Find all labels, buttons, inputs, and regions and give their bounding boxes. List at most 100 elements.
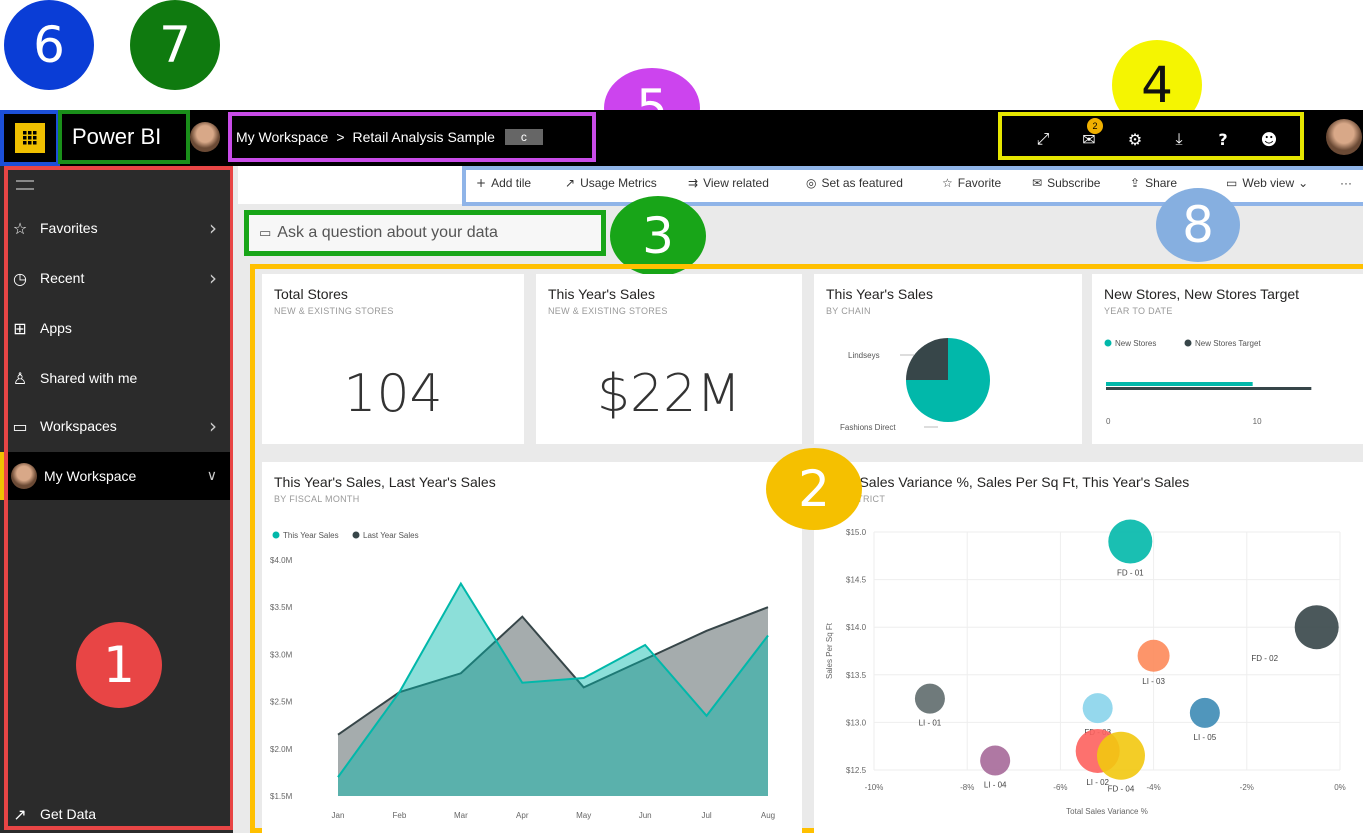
notification-badge: 2 — [1087, 118, 1103, 134]
y-tick-label: $13.0 — [846, 718, 867, 727]
x-tick-label: Aug — [761, 811, 775, 820]
tile-title: This Year's Sales — [548, 286, 655, 302]
usage-metrics-button[interactable]: ↗ Usage Metrics — [565, 176, 657, 190]
user-avatar[interactable] — [1326, 119, 1362, 155]
point-label: LI - 01 — [919, 719, 942, 728]
point-label: LI - 03 — [1142, 677, 1165, 686]
scatter-point — [980, 745, 1011, 776]
pie-label: Fashions Direct — [840, 423, 896, 432]
tile-sales[interactable]: This Year's Sales NEW & EXISTING STORES … — [536, 274, 802, 444]
scatter-point — [914, 683, 945, 714]
x-tick-label: Apr — [516, 811, 529, 820]
y-tick-label: $4.0M — [270, 556, 293, 565]
tile-subtitle: NEW & EXISTING STORES — [274, 306, 394, 316]
callout-1: 1 — [76, 622, 162, 708]
pie-label: Lindseys — [848, 351, 880, 360]
x-tick-label: Jun — [639, 811, 652, 820]
tile-total-stores[interactable]: Total Stores NEW & EXISTING STORES 104 — [262, 274, 524, 444]
subscribe-button[interactable]: ✉ Subscribe — [1032, 176, 1100, 190]
breadcrumb-badge: c — [504, 129, 543, 145]
y-tick-label: $3.5M — [270, 603, 293, 612]
y-tick-label: $13.5 — [846, 671, 867, 680]
more-options-button[interactable]: ··· — [1340, 176, 1352, 190]
legend-marker — [1104, 339, 1112, 347]
app-launcher-button[interactable] — [0, 110, 60, 166]
x-tick-label: -2% — [1240, 783, 1254, 792]
scatter-point — [1294, 605, 1339, 650]
scatter-point — [1108, 519, 1153, 564]
scatter-point — [1082, 693, 1113, 724]
y-axis-title: Sales Per Sq Ft — [825, 622, 834, 679]
avatar[interactable] — [190, 122, 220, 152]
web-view-button[interactable]: ▭ Web view ⌄ — [1226, 176, 1313, 190]
settings-icon[interactable]: ⚙ — [1116, 120, 1154, 158]
breadcrumb-workspace[interactable]: My Workspace — [236, 129, 328, 145]
expand-icon[interactable]: ⤢ — [1024, 120, 1062, 158]
add-tile-button[interactable]: + Add tile — [476, 176, 531, 190]
legend-marker — [272, 531, 280, 539]
y-tick-label: $2.5M — [270, 698, 293, 707]
y-tick-label: $12.5 — [846, 766, 867, 775]
legend-label: New Stores — [1115, 339, 1156, 348]
x-tick-label: May — [576, 811, 591, 820]
qna-placeholder: Ask a question about your data — [277, 224, 498, 241]
scatter-chart: $12.5 $13.0 $13.5 $14.0 $14.5 $15.0 -10% -8% -6%… — [825, 519, 1346, 816]
y-tick-label: $1.5M — [270, 792, 293, 801]
legend-marker — [352, 531, 360, 539]
view-related-button[interactable]: ⇉ View related — [688, 176, 769, 190]
callout-7: 7 — [130, 0, 220, 90]
bar-new-stores — [1106, 382, 1253, 386]
legend-label: New Stores Target — [1195, 339, 1261, 348]
scatter-point — [1096, 731, 1145, 780]
tile-monthly-sales[interactable]: This Year's Sales, Last Year's Sales BY … — [262, 462, 802, 833]
x-tick-label: 0% — [1334, 783, 1346, 792]
bar-chart: New Stores New Stores Target 0 10 — [1104, 339, 1312, 426]
callout-2: 2 — [766, 448, 862, 530]
tile-title: Total Stores — [274, 286, 348, 302]
x-tick-label: 0 — [1106, 417, 1111, 426]
share-button[interactable]: ⇪ Share — [1130, 176, 1177, 190]
point-label: LI - 04 — [984, 780, 1007, 789]
callout-6: 6 — [4, 0, 94, 90]
download-icon[interactable]: ⤓ — [1160, 120, 1198, 158]
x-tick-label: 10 — [1253, 417, 1262, 426]
tile-subtitle: NEW & EXISTING STORES — [548, 306, 668, 316]
x-tick-label: Jan — [332, 811, 345, 820]
breadcrumb-report[interactable]: Retail Analysis Sample — [353, 129, 495, 145]
set-featured-button[interactable]: ◎ Set as featured — [806, 176, 903, 190]
x-tick-label: -6% — [1053, 783, 1067, 792]
point-label: FD - 02 — [1251, 654, 1278, 663]
help-icon[interactable]: ? — [1204, 120, 1242, 158]
kpi-value: 104 — [343, 364, 443, 424]
y-tick-label: $14.0 — [846, 623, 867, 632]
callout-8: 8 — [1156, 188, 1240, 262]
x-tick-label: Jul — [701, 811, 711, 820]
breadcrumb-separator: > — [336, 129, 345, 145]
favorite-button[interactable]: ☆ Favorite — [942, 176, 1001, 190]
x-axis-title: Total Sales Variance % — [1066, 807, 1148, 816]
tile-sales-variance[interactable]: Total Sales Variance %, Sales Per Sq Ft,… — [814, 462, 1363, 833]
x-tick-label: -4% — [1146, 783, 1160, 792]
scatter-point — [1137, 639, 1170, 672]
point-label: FD - 01 — [1117, 569, 1144, 578]
waffle-icon — [15, 123, 45, 153]
y-tick-label: $2.0M — [270, 745, 293, 754]
bar-target — [1106, 387, 1312, 390]
x-tick-label: Mar — [454, 811, 468, 820]
legend-label: Last Year Sales — [363, 531, 419, 540]
qna-box[interactable]: ▭ Ask a question about your data — [244, 210, 606, 256]
point-label: LI - 05 — [1194, 733, 1217, 742]
point-label: LI - 02 — [1086, 778, 1109, 787]
kpi-value: $22M — [596, 364, 742, 424]
area-chart: This Year Sales Last Year Sales $1.5M $2.0M… — [270, 531, 775, 820]
x-tick-label: -10% — [865, 783, 884, 792]
y-tick-label: $3.0M — [270, 650, 293, 659]
pie-slice — [906, 338, 948, 380]
tile-new-stores[interactable]: New Stores, New Stores Target YEAR TO DA… — [1092, 274, 1363, 444]
x-tick-label: Feb — [393, 811, 407, 820]
tile-sales-by-chain[interactable]: This Year's Sales BY CHAIN Lindseys Fashi… — [814, 274, 1082, 444]
app-name[interactable]: Power BI — [58, 110, 190, 164]
point-label: FD - 04 — [1108, 785, 1135, 794]
y-tick-label: $14.5 — [846, 576, 867, 585]
feedback-icon[interactable]: ☻ — [1250, 120, 1288, 158]
